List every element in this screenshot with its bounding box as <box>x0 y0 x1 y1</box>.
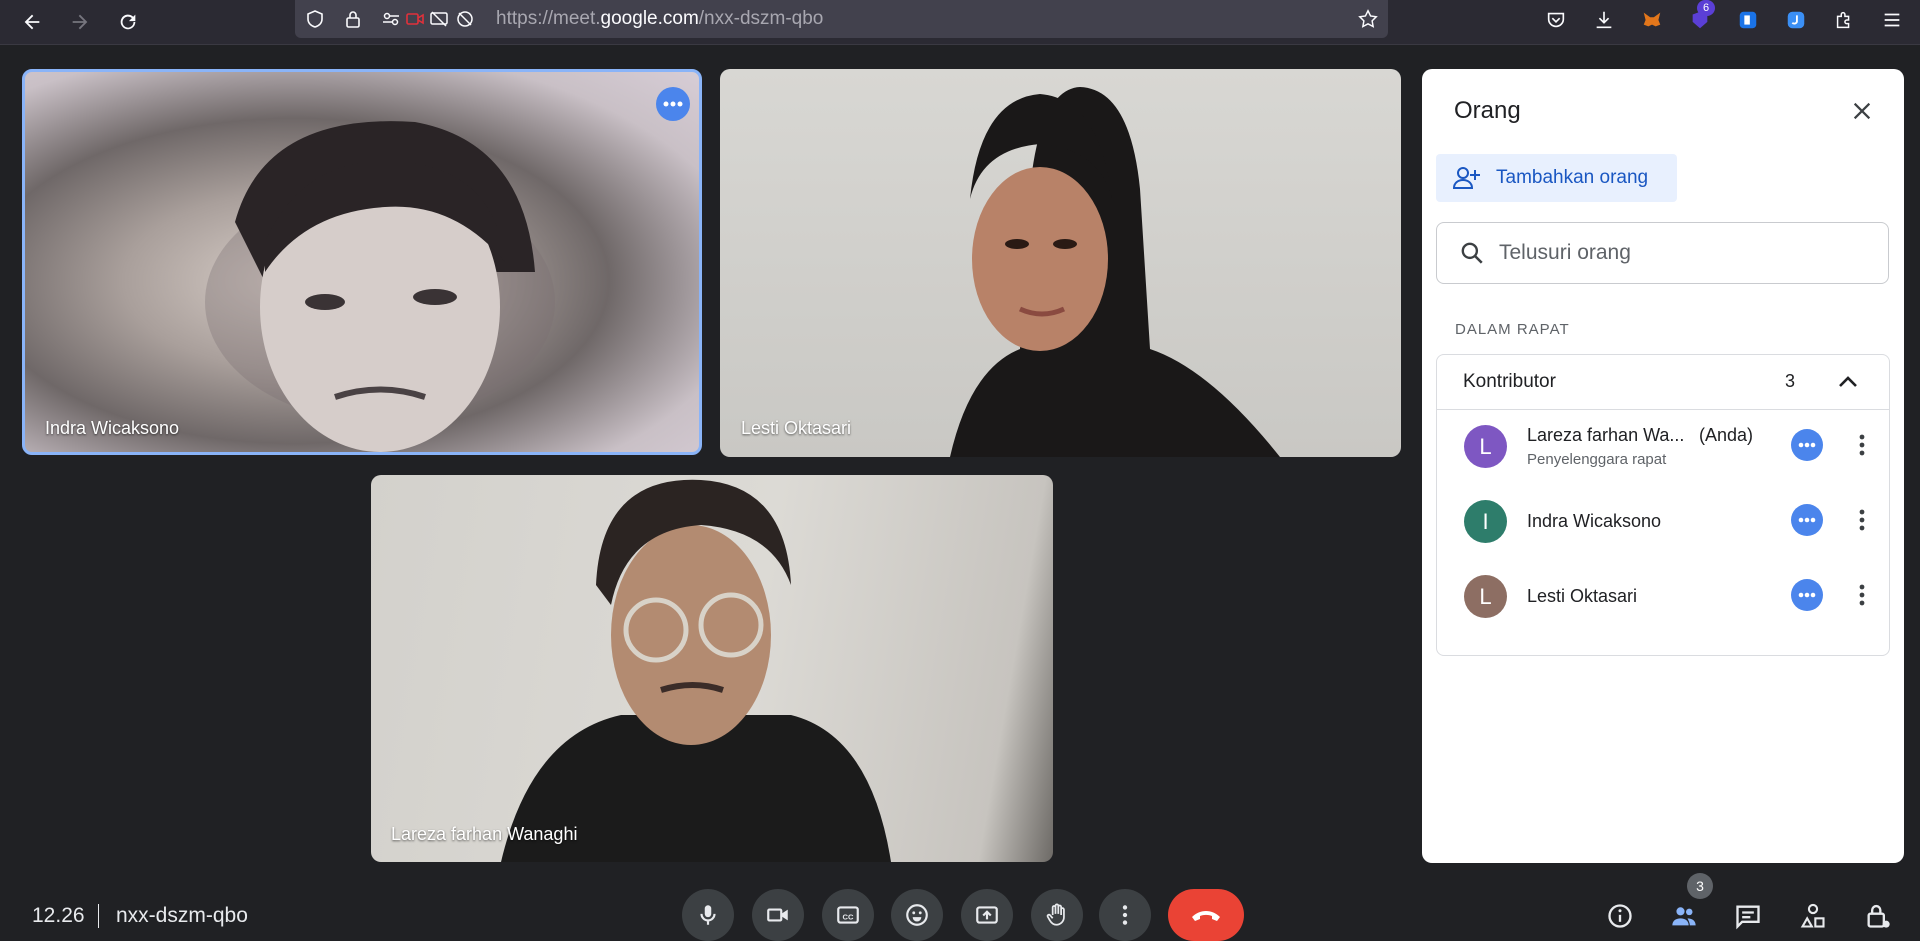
svg-text:CC: CC <box>843 912 854 921</box>
reactions-button[interactable] <box>891 889 943 941</box>
screen-share-blocked-icon[interactable] <box>429 9 449 29</box>
tile-name-label: Indra Wicaksono <box>45 418 180 438</box>
video-tile-indra[interactable]: Indra Wicaksono <box>22 69 702 455</box>
tile-name-label: Lesti Oktasari <box>741 418 852 438</box>
microphone-icon <box>700 905 716 925</box>
participant-row[interactable]: L Lesti Oktasari <box>1437 561 1889 635</box>
people-panel: Orang Tambahkan orang Telusuri orang DAL… <box>1422 69 1904 863</box>
avatar: L <box>1464 425 1507 468</box>
participant-video-lareza <box>501 479 891 862</box>
end-call-icon <box>1192 911 1220 921</box>
tile-options-icon[interactable] <box>656 87 690 121</box>
participant-options-icon[interactable] <box>1791 429 1823 461</box>
search-placeholder: Telusuri orang <box>1499 241 1631 264</box>
meeting-details-icon[interactable] <box>1604 900 1636 932</box>
extension-j-icon[interactable] <box>1784 8 1808 32</box>
emoji-icon <box>906 904 928 926</box>
people-icon[interactable] <box>1668 900 1700 932</box>
host-controls-icon[interactable] <box>1862 900 1894 932</box>
permissions-icon[interactable] <box>381 9 401 29</box>
participant-count-badge: 3 <box>1687 873 1713 899</box>
captions-icon: CC <box>837 906 859 924</box>
more-vert-icon[interactable] <box>1847 504 1877 536</box>
tracking-blocked-icon[interactable] <box>455 9 475 29</box>
avatar: I <box>1464 500 1507 543</box>
group-title: Kontributor <box>1463 371 1556 392</box>
chat-icon[interactable] <box>1732 900 1764 932</box>
close-icon[interactable] <box>1842 91 1882 131</box>
chevron-up-icon[interactable] <box>1833 367 1863 397</box>
extension-badge: 6 <box>1697 0 1715 16</box>
more-vert-icon <box>1122 905 1128 925</box>
group-count: 3 <box>1785 371 1796 391</box>
camera-icon <box>767 908 788 922</box>
participant-video-lesti <box>950 87 1280 457</box>
participant-role: Penyelenggara rapat <box>1527 451 1667 468</box>
extension-blue-icon[interactable] <box>1736 8 1760 32</box>
raise-hand-button[interactable] <box>1031 889 1083 941</box>
add-people-button[interactable]: Tambahkan orang <box>1436 154 1677 202</box>
you-tag: (Anda) <box>1699 425 1754 445</box>
forward-icon[interactable] <box>66 8 94 36</box>
present-button[interactable] <box>961 889 1013 941</box>
camera-blocked-icon[interactable] <box>405 9 425 29</box>
video-tile-lareza[interactable]: Lareza farhan Wanaghi <box>371 475 1053 862</box>
downloads-icon[interactable] <box>1592 8 1616 32</box>
participant-name: Indra Wicaksono <box>1527 511 1662 531</box>
camera-button[interactable] <box>752 889 804 941</box>
participant-name: Lareza farhan Wa... <box>1527 425 1685 445</box>
more-options-button[interactable] <box>1099 889 1151 941</box>
more-vert-icon[interactable] <box>1847 429 1877 461</box>
extensions-puzzle-icon[interactable] <box>1832 8 1856 32</box>
back-icon[interactable] <box>18 8 46 36</box>
leave-call-button[interactable] <box>1168 889 1244 941</box>
reload-icon[interactable] <box>114 8 142 36</box>
captions-button[interactable]: CC <box>822 889 874 941</box>
add-person-icon <box>1452 167 1480 189</box>
participant-video-indra <box>205 121 555 452</box>
video-tile-lesti[interactable]: Lesti Oktasari <box>720 69 1401 457</box>
pocket-icon[interactable] <box>1544 8 1568 32</box>
participant-row[interactable]: L Lareza farhan Wa... (Anda) Penyelengga… <box>1437 411 1889 485</box>
avatar: L <box>1464 575 1507 618</box>
microphone-button[interactable] <box>682 889 734 941</box>
hand-icon <box>1046 903 1065 926</box>
tile-name-label: Lareza farhan Wanaghi <box>391 824 578 844</box>
panel-title: Orang <box>1454 97 1521 124</box>
search-icon <box>1461 242 1483 264</box>
participant-options-icon[interactable] <box>1791 579 1823 611</box>
more-vert-icon[interactable] <box>1847 579 1877 611</box>
menu-icon[interactable] <box>1880 8 1904 32</box>
address-bar[interactable]: https://meet.google.com/nxx-dszm-qbo <box>295 0 1388 38</box>
divider <box>98 904 99 928</box>
metamask-icon[interactable] <box>1640 8 1664 32</box>
add-people-label: Tambahkan orang <box>1496 167 1649 188</box>
search-people-input[interactable]: Telusuri orang <box>1436 222 1889 284</box>
url-domain: google.com <box>600 8 699 29</box>
meeting-clock: 12.26 <box>32 904 85 927</box>
bookmark-star-icon[interactable] <box>1357 8 1379 30</box>
url-prefix: https://meet. <box>496 8 601 29</box>
browser-toolbar: https://meet.google.com/nxx-dszm-qbo 6 <box>0 0 1920 45</box>
participant-row[interactable]: I Indra Wicaksono <box>1437 486 1889 560</box>
activities-icon[interactable] <box>1797 900 1829 932</box>
contributors-group: Kontributor 3 L Lareza farhan Wa... (And… <box>1436 354 1890 656</box>
lock-icon[interactable] <box>343 9 363 29</box>
present-screen-icon <box>976 906 998 924</box>
shield-icon[interactable] <box>305 9 325 29</box>
url-text[interactable]: https://meet.google.com/nxx-dszm-qbo <box>496 8 823 30</box>
section-label: DALAM RAPAT <box>1455 321 1570 338</box>
participant-options-icon[interactable] <box>1791 504 1823 536</box>
contributors-header[interactable]: Kontributor 3 <box>1437 355 1889 410</box>
participant-name: Lesti Oktasari <box>1527 586 1638 606</box>
meeting-code: nxx-dszm-qbo <box>116 904 248 927</box>
url-path: /nxx-dszm-qbo <box>698 8 824 29</box>
